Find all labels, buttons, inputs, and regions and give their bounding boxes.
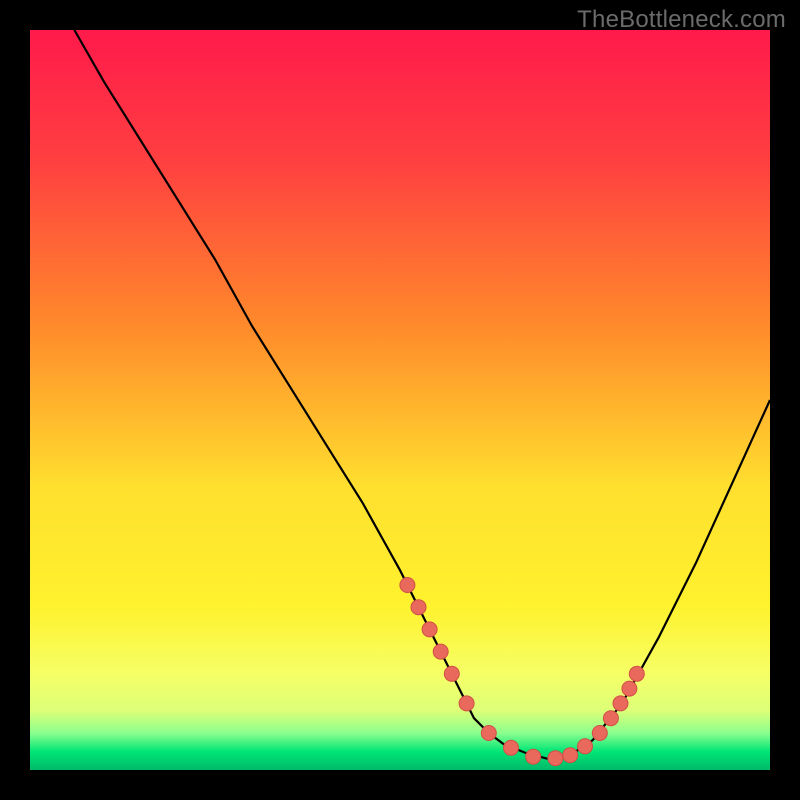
marker-dot bbox=[629, 666, 644, 681]
marker-dot bbox=[603, 711, 618, 726]
marker-dot bbox=[433, 644, 448, 659]
marker-dot bbox=[622, 681, 637, 696]
marker-dot bbox=[444, 666, 459, 681]
watermark-label: TheBottleneck.com bbox=[577, 6, 786, 34]
marker-dot bbox=[563, 748, 578, 763]
marker-dot bbox=[481, 726, 496, 741]
marker-dot bbox=[613, 696, 628, 711]
marker-dot bbox=[459, 696, 474, 711]
marker-dot bbox=[422, 622, 437, 637]
chart-frame: TheBottleneck.com bbox=[0, 0, 800, 800]
marker-dot bbox=[548, 751, 563, 766]
marker-dot bbox=[578, 739, 593, 754]
marker-dot bbox=[504, 740, 519, 755]
bottleneck-chart bbox=[0, 0, 800, 800]
marker-dot bbox=[592, 726, 607, 741]
marker-dot bbox=[526, 749, 541, 764]
marker-dot bbox=[411, 600, 426, 615]
marker-dot bbox=[400, 578, 415, 593]
